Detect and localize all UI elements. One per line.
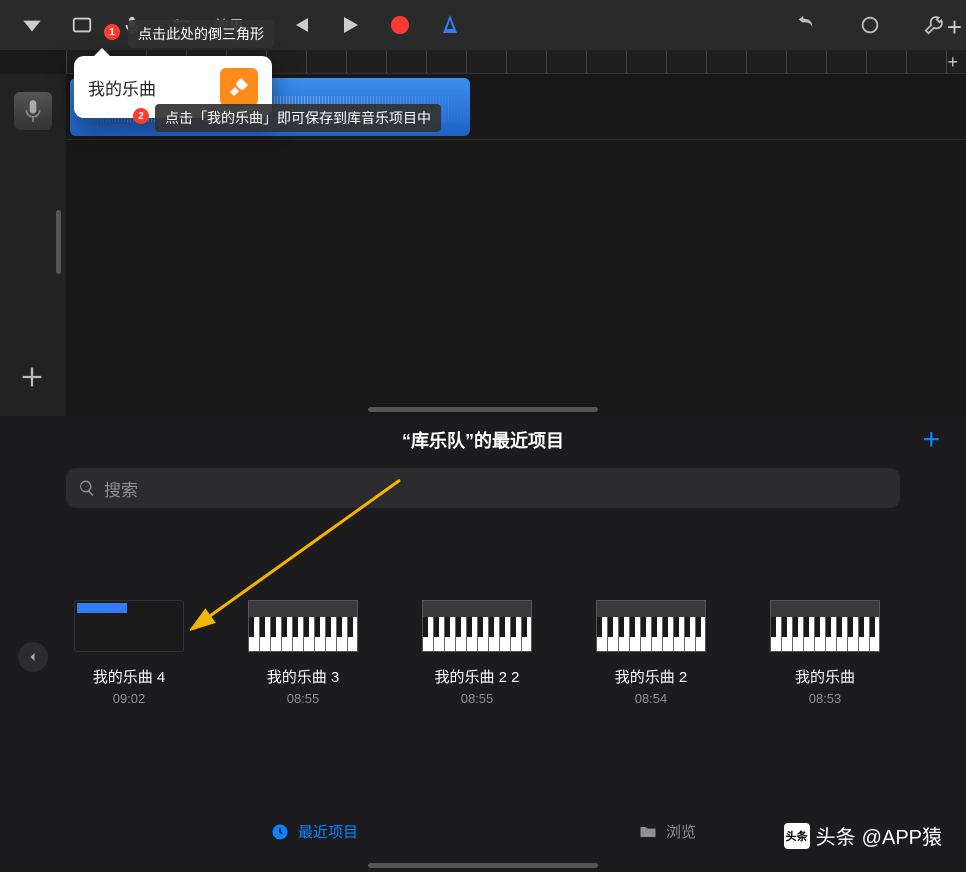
tab-browse-label: 浏览 <box>666 821 696 842</box>
recent-projects-picker: “库乐队”的最近项目 + 搜索 我的乐曲 4 09:02 我的乐曲 3 08:5… <box>0 416 966 872</box>
watermark-logo: 头条 <box>784 823 810 849</box>
add-marker-button[interactable]: + <box>947 52 958 73</box>
project-item[interactable]: 我的乐曲 08:53 <box>770 600 880 706</box>
tab-browse[interactable]: 浏览 <box>638 821 696 842</box>
folder-icon <box>638 822 658 842</box>
playback-controls <box>282 7 468 43</box>
search-placeholder: 搜索 <box>104 476 138 501</box>
picker-header: “库乐队”的最近项目 + <box>0 416 966 464</box>
home-indicator <box>368 863 598 868</box>
project-time: 08:53 <box>809 691 842 706</box>
project-time: 08:54 <box>635 691 668 706</box>
annotation-callout-1: 点击此处的倒三角形 <box>128 20 274 48</box>
right-tools <box>784 5 956 45</box>
clock-icon <box>270 822 290 842</box>
watermark: 头条 头条 @APP猿 <box>784 821 942 850</box>
metronome-button[interactable] <box>432 7 468 43</box>
project-thumbnail-keys <box>596 600 706 652</box>
project-time: 09:02 <box>113 691 146 706</box>
new-project-button[interactable]: + <box>922 423 940 457</box>
project-item[interactable]: 我的乐曲 2 08:54 <box>596 600 706 706</box>
tab-recent[interactable]: 最近项目 <box>270 821 358 842</box>
song-title: 我的乐曲 <box>88 75 156 100</box>
project-name: 我的乐曲 4 <box>93 666 166 687</box>
project-item[interactable]: 我的乐曲 4 09:02 <box>74 600 184 706</box>
view-button[interactable] <box>60 5 104 45</box>
projects-row: 我的乐曲 4 09:02 我的乐曲 3 08:55 我的乐曲 2 2 08:55… <box>0 520 966 706</box>
search-input[interactable]: 搜索 <box>66 468 900 508</box>
project-item[interactable]: 我的乐曲 3 08:55 <box>248 600 358 706</box>
picker-title: “库乐队”的最近项目 <box>402 427 564 453</box>
annotation-badge-1: 1 <box>104 24 120 40</box>
rewind-button[interactable] <box>282 7 318 43</box>
watermark-handle: @APP猿 <box>862 821 942 850</box>
add-track-button[interactable] <box>18 363 46 396</box>
project-item[interactable]: 我的乐曲 2 2 08:55 <box>422 600 532 706</box>
search-icon <box>78 479 96 497</box>
project-time: 08:55 <box>287 691 320 706</box>
project-thumbnail-audio <box>74 600 184 652</box>
project-name: 我的乐曲 2 <box>615 666 688 687</box>
project-name: 我的乐曲 <box>795 666 855 687</box>
play-button[interactable] <box>332 7 368 43</box>
menu-dropdown-button[interactable] <box>10 5 54 45</box>
volume-slider[interactable] <box>56 210 61 274</box>
loop-browser-button[interactable] <box>848 5 892 45</box>
home-indicator <box>368 407 598 412</box>
project-time: 08:55 <box>461 691 494 706</box>
project-thumbnail-keys <box>248 600 358 652</box>
microphone-track-icon[interactable] <box>14 92 52 130</box>
project-thumbnail-keys <box>422 600 532 652</box>
tracks-area <box>0 74 966 416</box>
project-name: 我的乐曲 2 2 <box>434 666 519 687</box>
garageband-editor: 效果 + <box>0 0 966 416</box>
annotation-callout-2: 点击「我的乐曲」即可保存到库音乐项目中 <box>155 104 441 132</box>
annotation-badge-2: 2 <box>133 108 149 124</box>
record-button[interactable] <box>382 7 418 43</box>
add-section-button[interactable]: + <box>947 12 962 43</box>
project-thumbnail-keys <box>770 600 880 652</box>
tab-recent-label: 最近项目 <box>298 821 358 842</box>
undo-button[interactable] <box>784 5 828 45</box>
guitar-icon <box>220 68 258 106</box>
watermark-prefix: 头条 <box>816 821 856 850</box>
project-name: 我的乐曲 3 <box>267 666 340 687</box>
